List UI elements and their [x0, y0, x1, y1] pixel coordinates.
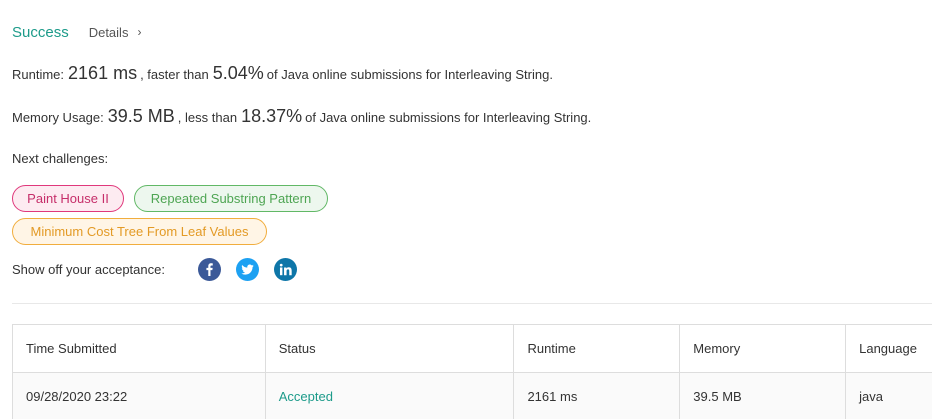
- next-challenges-label: Next challenges:: [12, 151, 109, 166]
- twitter-icon[interactable]: [236, 258, 259, 281]
- memory-suffix: of Java online submissions for Interleav…: [305, 110, 592, 125]
- column-header-status: Status: [265, 325, 515, 373]
- memory-comparison: , less than: [177, 110, 238, 125]
- table-row: 09/28/2020 23:22 Accepted 2161 ms 39.5 M…: [13, 373, 932, 419]
- cell-time-submitted: 09/28/2020 23:22: [13, 373, 266, 419]
- cell-language: java: [846, 373, 932, 419]
- table-header-row: Time Submitted Status Runtime Memory Lan…: [13, 325, 932, 373]
- memory-percent: 18.37%: [241, 106, 303, 126]
- linkedin-glyph: [279, 263, 292, 276]
- submissions-table: Time Submitted Status Runtime Memory Lan…: [12, 324, 932, 419]
- section-divider: [12, 303, 932, 304]
- status-success: Success: [12, 23, 69, 41]
- cell-memory: 39.5 MB: [680, 373, 847, 419]
- twitter-glyph: [241, 264, 254, 275]
- result-header: Success Details ›: [12, 21, 141, 43]
- column-header-runtime: Runtime: [514, 325, 681, 373]
- column-header-memory: Memory: [680, 325, 847, 373]
- linkedin-icon[interactable]: [274, 258, 297, 281]
- challenge-repeated-substring-pattern[interactable]: Repeated Substring Pattern: [134, 185, 328, 212]
- accepted-link[interactable]: Accepted: [279, 389, 333, 404]
- cell-runtime: 2161 ms: [514, 373, 681, 419]
- column-header-time-submitted: Time Submitted: [13, 325, 266, 373]
- challenge-minimum-cost-tree[interactable]: Minimum Cost Tree From Leaf Values: [12, 218, 267, 245]
- facebook-glyph: [206, 263, 213, 276]
- details-label[interactable]: Details: [89, 25, 129, 40]
- runtime-label: Runtime:: [12, 67, 65, 82]
- runtime-value: 2161 ms: [68, 63, 138, 83]
- runtime-percent: 5.04%: [212, 63, 264, 83]
- memory-label: Memory Usage:: [12, 110, 104, 125]
- memory-value: 39.5 MB: [107, 106, 175, 126]
- column-header-language: Language: [846, 325, 932, 373]
- facebook-icon[interactable]: [198, 258, 221, 281]
- share-label: Show off your acceptance:: [12, 262, 165, 277]
- cell-status: Accepted: [266, 373, 515, 419]
- runtime-suffix: of Java online submissions for Interleav…: [266, 67, 553, 82]
- challenge-paint-house-ii[interactable]: Paint House II: [12, 185, 124, 212]
- details-link[interactable]: Details ›: [89, 25, 142, 40]
- chevron-right-icon[interactable]: ›: [137, 25, 141, 39]
- runtime-line: Runtime: 2161 ms , faster than 5.04% of …: [12, 63, 553, 84]
- runtime-comparison: , faster than: [140, 67, 209, 82]
- memory-line: Memory Usage: 39.5 MB , less than 18.37%…: [12, 106, 591, 127]
